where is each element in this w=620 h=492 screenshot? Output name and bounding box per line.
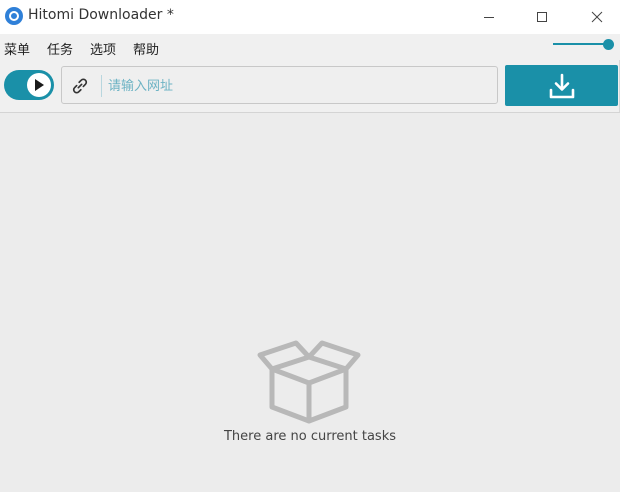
- title-bar[interactable]: Hitomi Downloader *: [0, 0, 620, 34]
- empty-state-message: There are no current tasks: [223, 429, 396, 444]
- play-icon: [35, 79, 44, 91]
- menu-item-tasks[interactable]: 任务: [47, 39, 73, 58]
- start-toggle[interactable]: [4, 70, 54, 100]
- close-button[interactable]: [574, 0, 620, 34]
- menu-bar: 菜单 任务 选项 帮助: [0, 34, 620, 60]
- toggle-knob: [27, 73, 51, 97]
- menu-item-menu[interactable]: 菜单: [4, 39, 30, 58]
- opacity-slider[interactable]: [553, 39, 615, 50]
- maximize-button[interactable]: [519, 0, 565, 34]
- download-button[interactable]: [505, 65, 618, 106]
- link-icon: [72, 78, 88, 94]
- menu-item-help[interactable]: 帮助: [133, 39, 159, 58]
- close-icon: [591, 11, 603, 23]
- download-icon: [549, 73, 574, 98]
- app-window: Hitomi Downloader * 菜单 任务 选项 帮助 请输入网址 Th…: [0, 0, 620, 492]
- minimize-icon: [484, 17, 494, 18]
- window-title: Hitomi Downloader *: [28, 7, 174, 23]
- url-field[interactable]: [61, 66, 498, 104]
- maximize-icon: [537, 12, 547, 22]
- app-logo-icon: [5, 7, 23, 25]
- minimize-button[interactable]: [466, 0, 512, 34]
- url-separator: [101, 75, 102, 97]
- slider-track: [553, 43, 607, 45]
- open-box-icon: [257, 340, 361, 424]
- task-list-area[interactable]: There are no current tasks: [0, 113, 620, 492]
- slider-thumb[interactable]: [603, 39, 614, 50]
- url-input[interactable]: [108, 75, 488, 97]
- menu-item-options[interactable]: 选项: [90, 39, 116, 58]
